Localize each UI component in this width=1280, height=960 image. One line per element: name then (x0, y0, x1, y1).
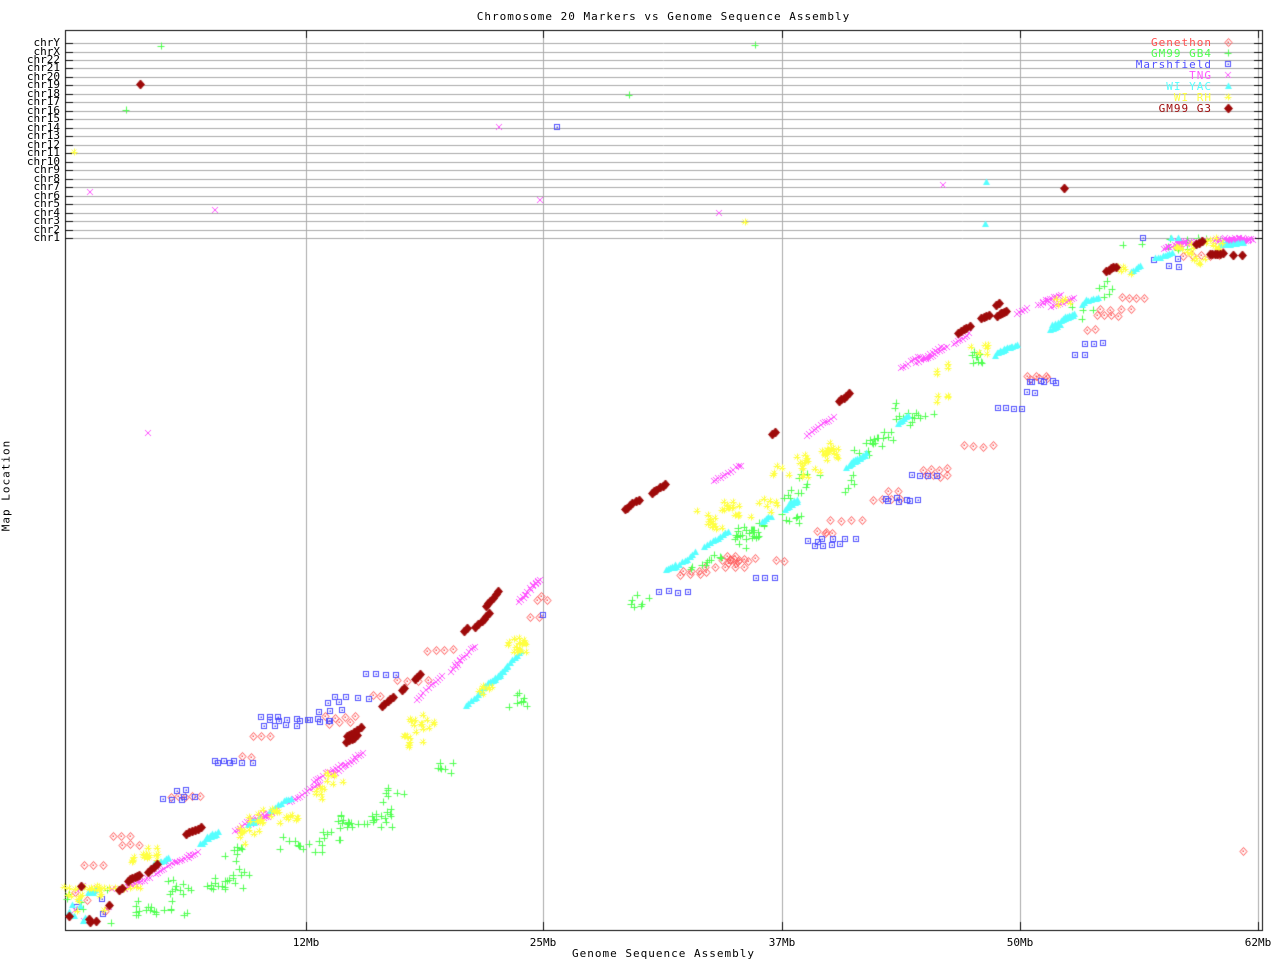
x-tick-label-37Mb: 37Mb (752, 937, 812, 948)
y-axis-label: Map Location (1, 436, 12, 536)
x-tick-label-25Mb: 25Mb (513, 937, 573, 948)
chart-title: Chromosome 20 Markers vs Genome Sequence… (0, 11, 1280, 22)
scatter-plot-canvas (0, 0, 1280, 960)
x-axis-label: Genome Sequence Assembly (0, 948, 1280, 959)
x-tick-label-12Mb: 12Mb (276, 937, 336, 948)
y-tick-label-chr1: chr1 (0, 233, 60, 243)
chart-page: Chromosome 20 Markers vs Genome Sequence… (0, 0, 1280, 960)
x-tick-label-50Mb: 50Mb (990, 937, 1050, 948)
x-tick-label-62Mb: 62Mb (1228, 937, 1280, 948)
legend-label-marshfield: Marshfield (1052, 59, 1212, 70)
legend-label-gm99-g3: GM99 G3 (1052, 103, 1212, 114)
